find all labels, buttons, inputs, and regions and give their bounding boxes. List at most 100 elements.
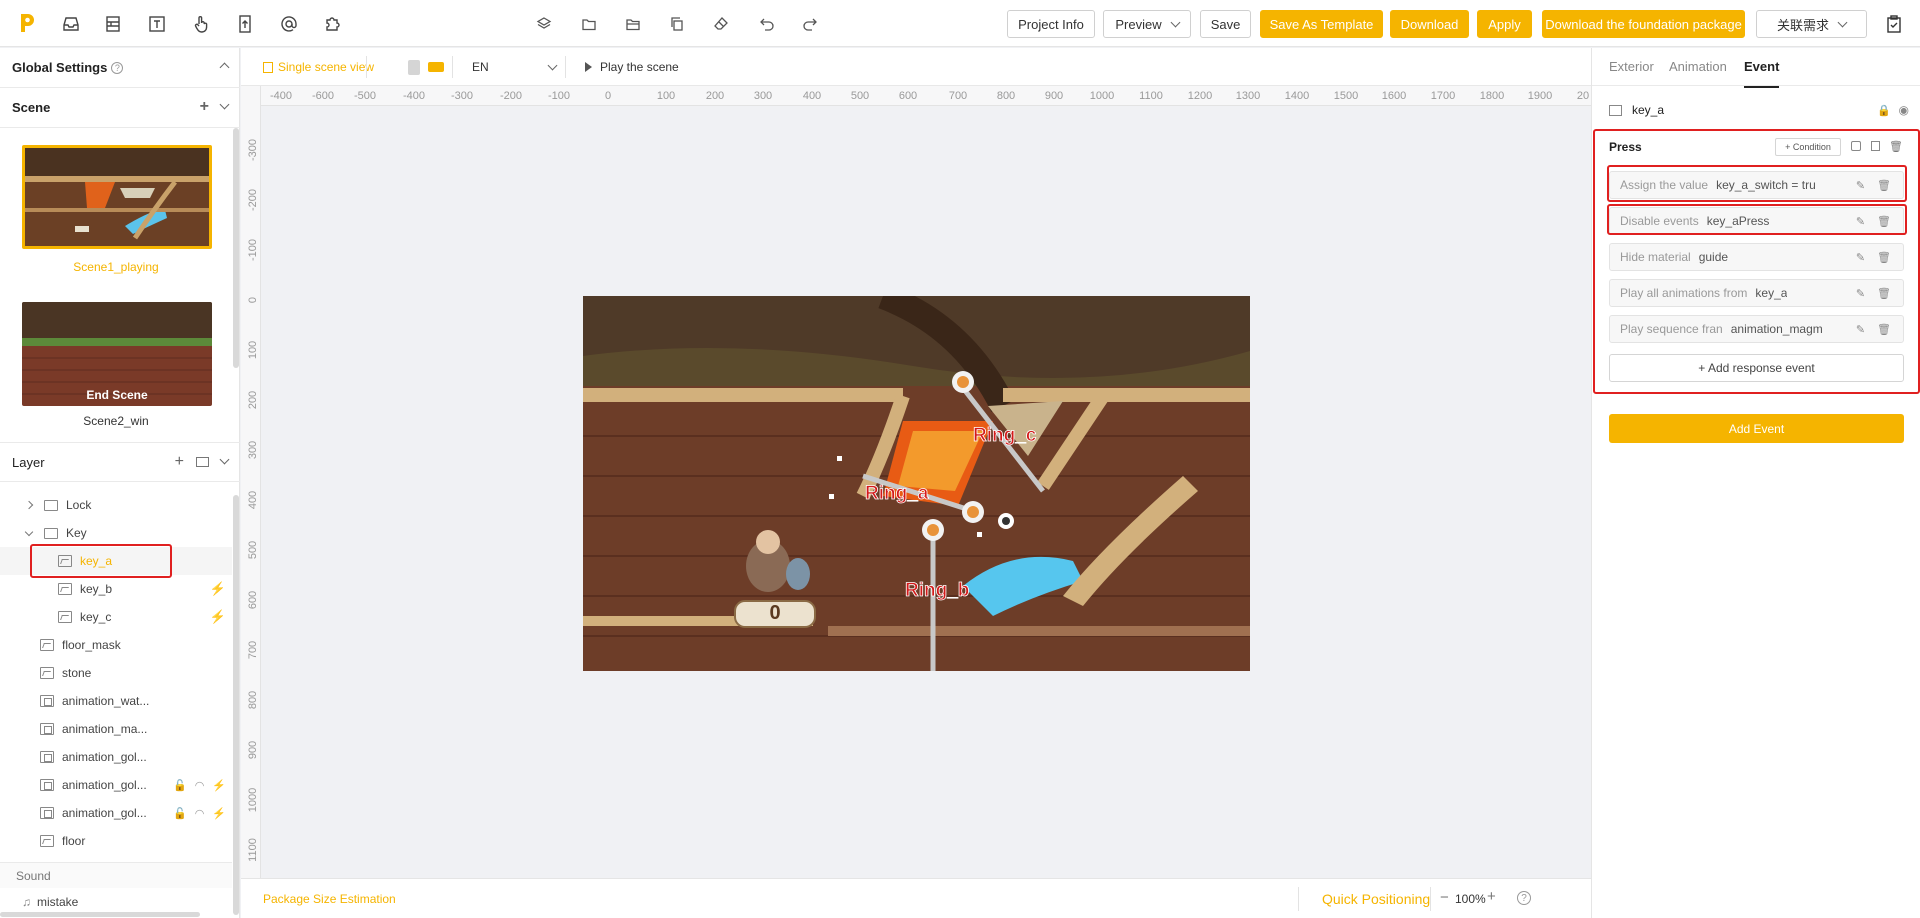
gesture-icon[interactable] bbox=[190, 13, 212, 35]
tab-exterior[interactable]: Exterior bbox=[1609, 59, 1654, 74]
edit-icon[interactable]: ✎ bbox=[1856, 179, 1865, 192]
file-upload-icon[interactable] bbox=[234, 13, 256, 35]
layer-row-key[interactable]: Key bbox=[0, 519, 232, 547]
add-layer-icon[interactable]: + bbox=[175, 454, 184, 470]
preview-dropdown[interactable]: Preview bbox=[1103, 10, 1191, 38]
lightning-icon[interactable]: ⚡ bbox=[210, 609, 226, 625]
lock-icon[interactable]: 🔓 bbox=[173, 779, 187, 792]
project-info-button[interactable]: Project Info bbox=[1007, 10, 1095, 38]
event-row-play-all-animations[interactable]: Play all animations from key_a ✎ 🗑 bbox=[1609, 279, 1904, 307]
lightning-icon[interactable]: ⚡ bbox=[212, 779, 226, 792]
scene-thumbnail-scene1[interactable] bbox=[22, 145, 212, 249]
single-scene-view-toggle[interactable]: Single scene view bbox=[263, 60, 374, 74]
download-button[interactable]: Download bbox=[1390, 10, 1469, 38]
eye-icon[interactable]: ◉ bbox=[1899, 103, 1909, 117]
add-scene-icon[interactable]: + bbox=[200, 99, 209, 115]
layer-row-animation-magma[interactable]: animation_ma... bbox=[0, 715, 232, 743]
add-condition-button[interactable]: + Condition bbox=[1775, 138, 1841, 156]
delete-icon[interactable]: 🗑 bbox=[1877, 323, 1891, 336]
settings-icon[interactable] bbox=[1851, 141, 1861, 151]
edit-icon[interactable]: ✎ bbox=[1856, 251, 1865, 264]
quick-positioning-button[interactable]: Quick Positioning bbox=[1322, 891, 1430, 907]
eye-off-icon[interactable]: ◠ bbox=[195, 779, 205, 792]
redo-icon[interactable] bbox=[801, 15, 819, 33]
play-scene-button[interactable]: Play the scene bbox=[585, 60, 679, 74]
selection-handle[interactable] bbox=[977, 532, 982, 537]
layer-row-animation-gold-3[interactable]: animation_gol... 🔓 ◠ ⚡ bbox=[0, 799, 232, 827]
edit-icon[interactable]: ✎ bbox=[1856, 287, 1865, 300]
at-icon[interactable] bbox=[278, 13, 300, 35]
chevron-down-icon[interactable] bbox=[219, 99, 230, 110]
copy-icon[interactable] bbox=[1871, 141, 1880, 151]
save-as-template-button[interactable]: Save As Template bbox=[1260, 10, 1383, 38]
lightning-icon[interactable]: ⚡ bbox=[210, 581, 226, 597]
chevron-down-icon[interactable] bbox=[219, 454, 230, 465]
folder-add-icon[interactable] bbox=[196, 457, 209, 467]
game-scene-canvas[interactable]: 0 Ring_a Ring_b Ring_c bbox=[583, 296, 1250, 671]
layout-icon[interactable] bbox=[102, 13, 124, 35]
collapse-icon[interactable] bbox=[24, 527, 34, 536]
scene-name-scene1[interactable]: Scene1_playing bbox=[0, 260, 232, 274]
event-row-disable-events[interactable]: Disable events key_aPress ✎ 🗑 bbox=[1609, 207, 1904, 235]
edit-icon[interactable]: ✎ bbox=[1856, 323, 1865, 336]
layer-row-animation-gold-2[interactable]: animation_gol... 🔓 ◠ ⚡ bbox=[0, 771, 232, 799]
download-foundation-button[interactable]: Download the foundation package bbox=[1542, 10, 1745, 38]
linked-requirement-dropdown[interactable]: 关联需求 bbox=[1756, 10, 1867, 38]
delete-icon[interactable]: 🗑 bbox=[1889, 140, 1903, 153]
layer-row-key-b[interactable]: key_b ⚡ bbox=[0, 575, 232, 603]
folder-icon[interactable] bbox=[580, 15, 598, 33]
scene-name-scene2[interactable]: Scene2_win bbox=[0, 414, 232, 428]
layer-scrollbar[interactable] bbox=[233, 495, 239, 915]
scene-scrollbar[interactable] bbox=[233, 128, 239, 368]
event-row-play-sequence[interactable]: Play sequence fran animation_magm ✎ 🗑 bbox=[1609, 315, 1904, 343]
apply-button[interactable]: Apply bbox=[1477, 10, 1532, 38]
scene-thumbnail-scene2[interactable]: End Scene bbox=[22, 302, 212, 406]
tab-event[interactable]: Event bbox=[1744, 59, 1780, 88]
yellow-swatch[interactable] bbox=[428, 62, 444, 72]
layer-row-animation-gold-1[interactable]: animation_gol... bbox=[0, 743, 232, 771]
add-response-event-button[interactable]: + Add response event bbox=[1609, 354, 1904, 382]
layer-row-key-a[interactable]: key_a bbox=[0, 547, 232, 575]
undo-icon[interactable] bbox=[758, 15, 776, 33]
grey-swatch[interactable] bbox=[408, 60, 420, 75]
global-settings-header[interactable]: Global Settings ? bbox=[0, 48, 240, 88]
save-button[interactable]: Save bbox=[1200, 10, 1251, 38]
tab-animation[interactable]: Animation bbox=[1669, 59, 1727, 74]
collapse-icon[interactable] bbox=[219, 62, 230, 73]
lock-icon[interactable]: 🔓 bbox=[173, 807, 187, 820]
package-size-estimation-link[interactable]: Package Size Estimation bbox=[263, 892, 396, 906]
selection-handle[interactable] bbox=[837, 456, 842, 461]
layer-row-key-c[interactable]: key_c ⚡ bbox=[0, 603, 232, 631]
event-row-hide-material[interactable]: Hide material guide ✎ 🗑 bbox=[1609, 243, 1904, 271]
layer-row-stone[interactable]: stone bbox=[0, 659, 232, 687]
plugin-icon[interactable] bbox=[322, 13, 344, 35]
delete-icon[interactable]: 🗑 bbox=[1877, 287, 1891, 300]
selection-handle[interactable] bbox=[829, 494, 834, 499]
clipboard-check-icon[interactable] bbox=[1883, 13, 1905, 35]
help-icon[interactable]: ? bbox=[111, 61, 124, 74]
copy-icon[interactable] bbox=[668, 15, 686, 33]
expand-icon[interactable] bbox=[24, 500, 34, 510]
help-icon[interactable]: ? bbox=[1517, 891, 1531, 905]
delete-icon[interactable]: 🗑 bbox=[1877, 215, 1891, 228]
delete-icon[interactable]: 🗑 bbox=[1877, 251, 1891, 264]
text-icon[interactable] bbox=[146, 13, 168, 35]
add-event-button[interactable]: Add Event bbox=[1609, 414, 1904, 443]
language-select[interactable]: EN bbox=[472, 60, 558, 74]
layer-row-animation-water[interactable]: animation_wat... bbox=[0, 687, 232, 715]
layer-row-floor[interactable]: floor bbox=[0, 827, 232, 855]
layers-icon[interactable] bbox=[535, 15, 553, 33]
zoom-out-button[interactable]: − bbox=[1440, 889, 1449, 906]
folder-open-icon[interactable] bbox=[624, 15, 642, 33]
layer-row-floor-mask[interactable]: floor_mask bbox=[0, 631, 232, 659]
zoom-in-button[interactable]: + bbox=[1487, 888, 1496, 905]
layer-horizontal-scrollbar[interactable] bbox=[0, 912, 200, 917]
eraser-icon[interactable] bbox=[712, 15, 730, 33]
app-logo-icon[interactable] bbox=[18, 12, 36, 34]
lightning-icon[interactable]: ⚡ bbox=[212, 807, 226, 820]
eye-off-icon[interactable]: ◠ bbox=[195, 807, 205, 820]
inbox-icon[interactable] bbox=[60, 13, 82, 35]
layer-row-lock[interactable]: Lock bbox=[0, 491, 232, 519]
lock-icon[interactable]: 🔒 bbox=[1877, 104, 1891, 117]
delete-icon[interactable]: 🗑 bbox=[1877, 179, 1891, 192]
